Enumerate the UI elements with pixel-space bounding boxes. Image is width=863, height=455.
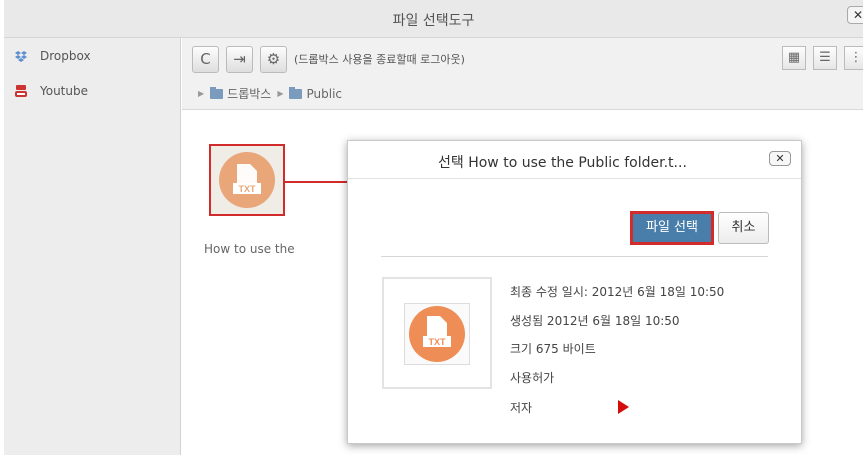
license-label: 사용허가 bbox=[510, 371, 555, 385]
refresh-icon[interactable]: C bbox=[192, 46, 219, 73]
breadcrumb-item-public[interactable]: Public bbox=[306, 87, 342, 101]
txt-file-icon: TXT bbox=[219, 152, 275, 208]
youtube-icon bbox=[15, 85, 27, 97]
breadcrumb-separator: ▶ bbox=[277, 89, 284, 98]
logout-link[interactable]: (드롭박스 사용을 종료할때 로그아웃) bbox=[294, 51, 465, 67]
window-titlebar: 파일 선택도구 ✕ bbox=[4, 0, 863, 38]
preview-badge: TXT bbox=[429, 337, 447, 347]
sidebar-item-label: Youtube bbox=[40, 84, 88, 98]
breadcrumb-separator: ▶ bbox=[198, 89, 205, 98]
preview-frame: TXT bbox=[404, 303, 470, 365]
view-icons-button[interactable]: ▦ bbox=[782, 46, 806, 70]
sidebar: Dropbox Youtube bbox=[4, 38, 181, 455]
txt-file-icon: TXT bbox=[409, 306, 465, 362]
toolbar: C ⇥ ⚙ (드롭박스 사용을 종료할때 로그아웃) ▦ ☰ ⋮ ▶ 드롭박스 … bbox=[182, 38, 863, 110]
breadcrumb-item-dropbox[interactable]: 드롭박스 bbox=[227, 85, 271, 102]
divider bbox=[381, 256, 768, 257]
window-title: 파일 선택도구 bbox=[392, 13, 475, 29]
file-badge: TXT bbox=[239, 184, 257, 194]
view-tree-button[interactable]: ⋮ bbox=[844, 46, 863, 70]
file-preview: TXT bbox=[382, 277, 492, 389]
sidebar-item-youtube[interactable]: Youtube bbox=[4, 74, 180, 108]
pointer-arrow-icon bbox=[618, 400, 629, 414]
dialog-header: 선택 How to use the Public folder.t... ✕ bbox=[348, 141, 801, 179]
settings-icon[interactable]: ⚙ bbox=[260, 46, 287, 73]
file-select-dialog: 선택 How to use the Public folder.t... ✕ 파… bbox=[347, 140, 802, 444]
cancel-button[interactable]: 취소 bbox=[718, 212, 769, 244]
dialog-close-button[interactable]: ✕ bbox=[769, 151, 791, 166]
dropbox-icon bbox=[15, 51, 27, 62]
folder-icon bbox=[289, 86, 303, 99]
author-label: 저자 bbox=[510, 401, 533, 415]
view-list-button[interactable]: ☰ bbox=[813, 46, 837, 70]
file-thumbnail[interactable]: TXT bbox=[209, 144, 285, 216]
file-name[interactable]: How to use the bbox=[204, 242, 295, 256]
sidebar-item-label: Dropbox bbox=[40, 49, 91, 63]
dialog-title: 선택 How to use the Public folder.t... bbox=[438, 155, 687, 171]
sidebar-item-dropbox[interactable]: Dropbox bbox=[4, 39, 180, 73]
folder-icon bbox=[210, 86, 224, 99]
logout-icon[interactable]: ⇥ bbox=[226, 46, 253, 73]
file-size: 크기 675 바이트 bbox=[510, 342, 596, 356]
window-close-button[interactable]: ✕ bbox=[847, 6, 863, 24]
last-modified: 최종 수정 일시: 2012년 6월 18일 10:50 bbox=[510, 285, 725, 299]
created-date: 생성됨 2012년 6월 18일 10:50 bbox=[510, 314, 680, 328]
breadcrumb: ▶ 드롭박스 ▶ Public bbox=[192, 85, 342, 102]
select-file-button[interactable]: 파일 선택 bbox=[630, 211, 714, 245]
